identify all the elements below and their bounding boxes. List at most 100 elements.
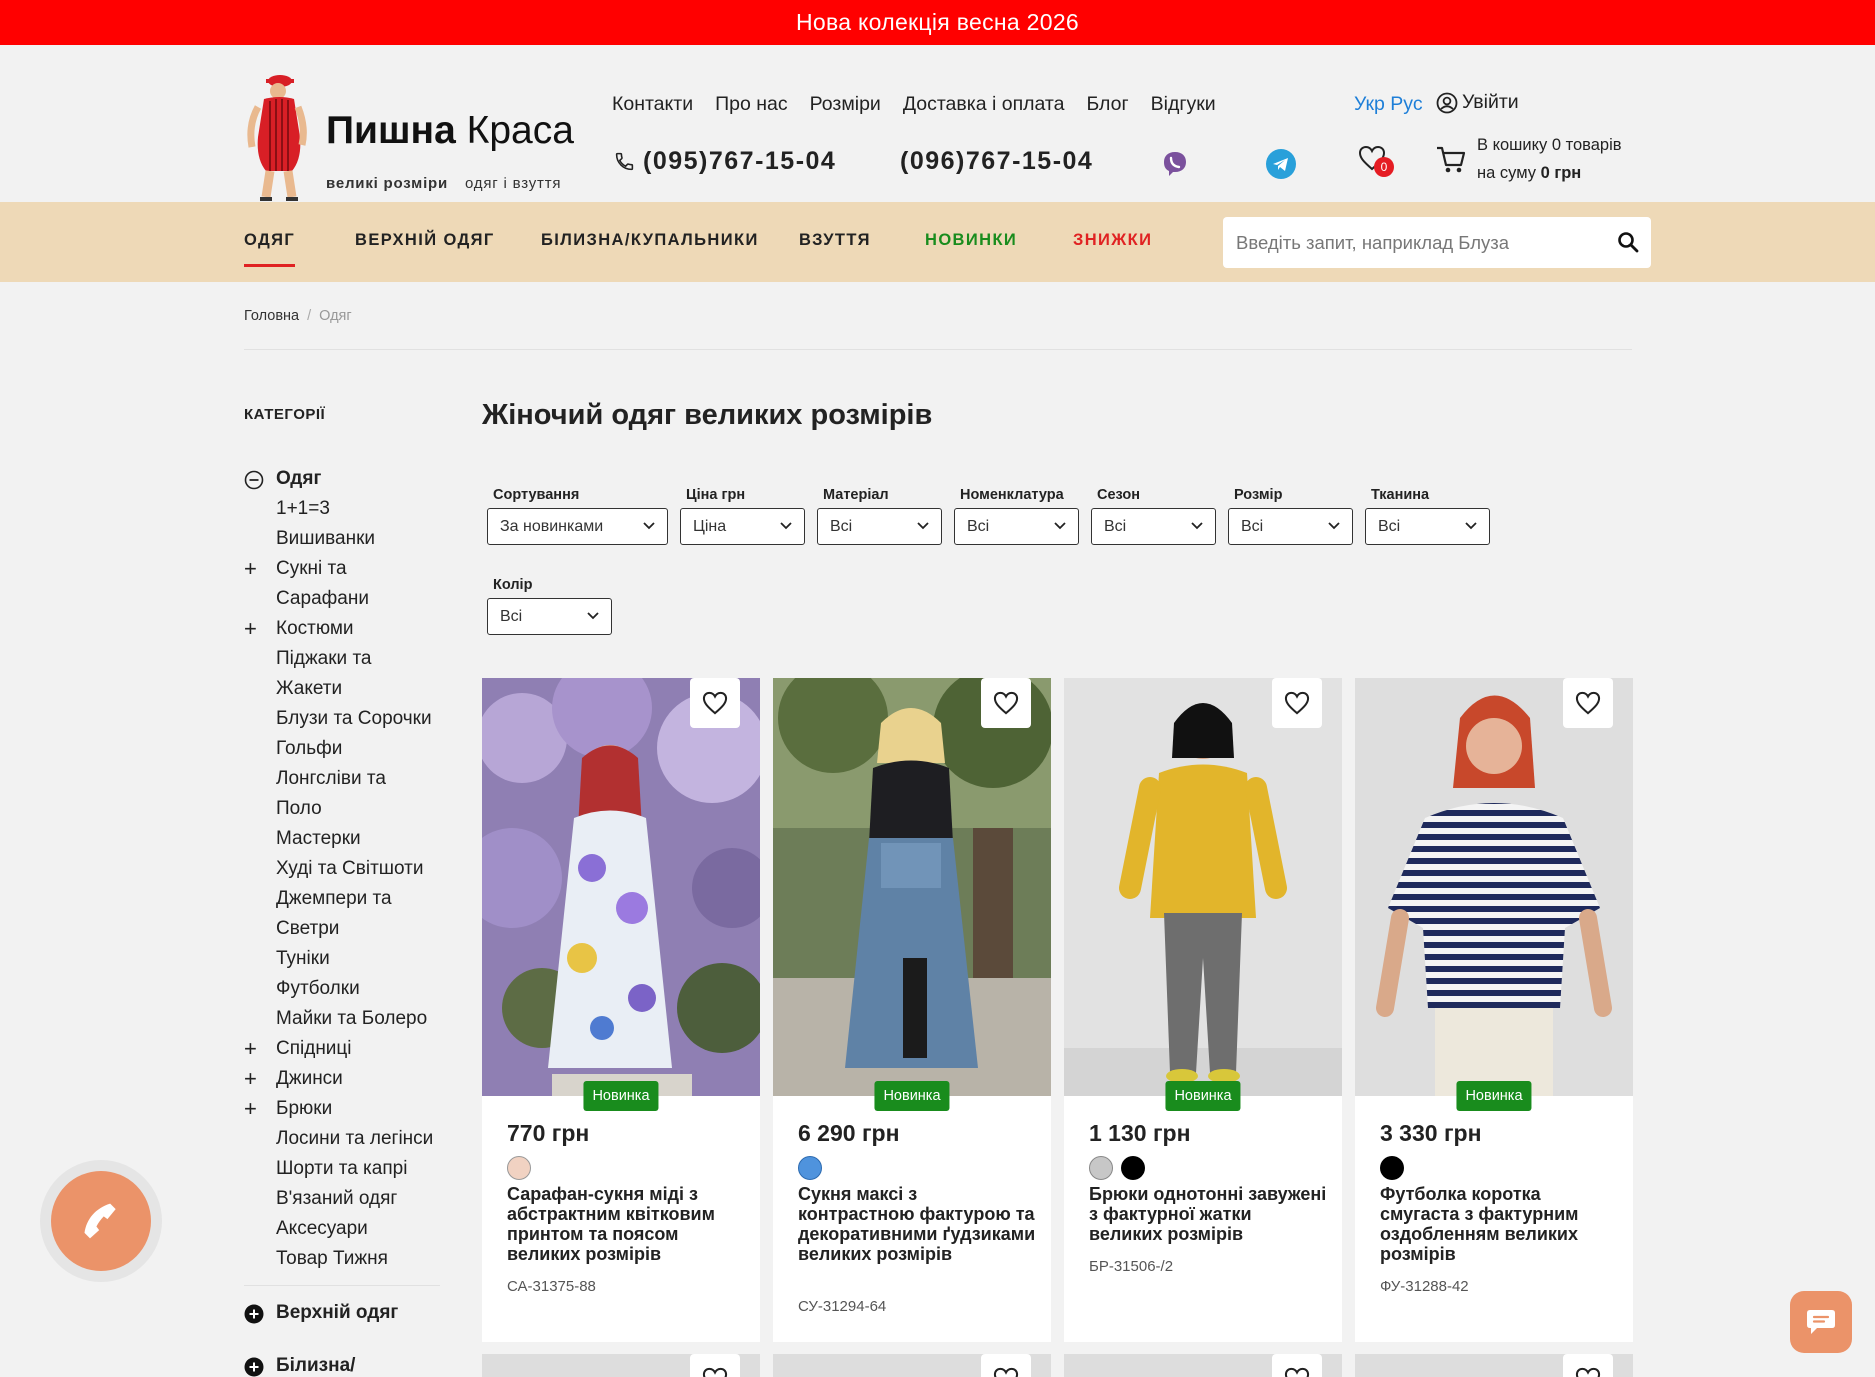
sidebar-item-golfs[interactable]: Гольфи — [276, 738, 342, 760]
sidebar-item-tunics[interactable]: Туніки — [276, 948, 330, 970]
logo[interactable]: Пишна Краса великі розміри одяг і взуття — [240, 67, 574, 202]
filter-material-select[interactable]: Всі — [817, 508, 942, 545]
category-sale[interactable]: ЗНИЖКИ — [1073, 231, 1152, 250]
sidebar-item-tshirts[interactable]: Футболки — [276, 978, 360, 1000]
color-swatch[interactable] — [1121, 1156, 1145, 1180]
wishlist[interactable]: 0 — [1358, 145, 1394, 179]
sidebar-item-dresses[interactable]: Сукні та — [276, 558, 347, 580]
product-name[interactable]: Сарафан-сукня міді з абстрактним квітков… — [507, 1184, 747, 1264]
nav-delivery[interactable]: Доставка і оплата — [903, 93, 1065, 116]
cart-icon[interactable] — [1435, 143, 1467, 180]
nav-blog[interactable]: Блог — [1086, 93, 1128, 116]
product-card-partial[interactable] — [773, 1354, 1051, 1377]
product-card[interactable]: Новинка 770 грн Сарафан-сукня міді з абс… — [482, 678, 760, 1342]
sidebar-item-polo[interactable]: Поло — [276, 798, 322, 820]
favorite-button[interactable] — [981, 678, 1031, 728]
favorite-button[interactable] — [1563, 678, 1613, 728]
favorite-button[interactable] — [1563, 1354, 1613, 1377]
sidebar-item-skirts[interactable]: Спідниці — [276, 1038, 352, 1060]
sidebar-item-jackets[interactable]: Жакети — [276, 678, 342, 700]
favorite-button[interactable] — [690, 678, 740, 728]
favorite-button[interactable] — [1272, 678, 1322, 728]
nav-sizes[interactable]: Розміри — [810, 93, 881, 116]
search-input[interactable] — [1223, 217, 1603, 268]
sidebar-item-trousers[interactable]: Брюки — [276, 1098, 332, 1120]
sidebar-item-blazers[interactable]: Піджаки та — [276, 648, 372, 670]
product-card[interactable]: Новинка 1 130 грн Брюки однотонні завуже… — [1064, 678, 1342, 1342]
sidebar-item-shorts[interactable]: Шорти та капрі — [276, 1158, 407, 1180]
sidebar-item-longsleeves[interactable]: Лонгсліви та — [276, 768, 386, 790]
sidebar-item-embroidered[interactable]: Вишиванки — [276, 528, 375, 550]
category-clothes[interactable]: ОДЯГ — [244, 231, 296, 267]
product-card-partial[interactable] — [482, 1354, 760, 1377]
expand-lingerie-icon[interactable] — [244, 1357, 264, 1377]
nav-contacts[interactable]: Контакти — [612, 93, 693, 116]
product-name[interactable]: Сукня максі з контрастною фактурою та де… — [798, 1184, 1038, 1264]
sidebar-item-lingerie[interactable]: Білизна/ — [276, 1355, 355, 1377]
category-outerwear[interactable]: ВЕРХНІЙ ОДЯГ — [355, 231, 495, 250]
category-new[interactable]: НОВИНКИ — [925, 231, 1017, 250]
product-name[interactable]: Футболка коротка смугаста з фактурним оз… — [1380, 1184, 1620, 1264]
sidebar-item-outerwear[interactable]: Верхній одяг — [276, 1302, 398, 1324]
sidebar-item-week-product[interactable]: Товар Тижня — [276, 1248, 388, 1270]
filter-nomenclature-select[interactable]: Всі — [954, 508, 1079, 545]
favorite-button[interactable] — [690, 1354, 740, 1377]
expand-dresses-icon[interactable]: + — [244, 558, 257, 580]
product-card[interactable]: Новинка 6 290 грн Сукня максі з контраст… — [773, 678, 1051, 1342]
sidebar-item-jeans[interactable]: Джинси — [276, 1068, 343, 1090]
nav-about[interactable]: Про нас — [715, 93, 788, 116]
product-name[interactable]: Брюки однотонні завужені з фактурної жат… — [1089, 1184, 1329, 1244]
color-swatch[interactable] — [798, 1156, 822, 1180]
sidebar-item-tanks[interactable]: Майки та Болеро — [276, 1008, 427, 1030]
expand-outerwear-icon[interactable] — [244, 1304, 264, 1324]
color-swatch[interactable] — [1380, 1156, 1404, 1180]
sidebar-item-1plus1[interactable]: 1+1=3 — [276, 498, 330, 520]
chat-button[interactable] — [1790, 1291, 1852, 1353]
filter-color-select[interactable]: Всі — [487, 598, 612, 635]
sidebar-item-tracktops[interactable]: Мастерки — [276, 828, 361, 850]
product-card-partial[interactable] — [1355, 1354, 1633, 1377]
filter-sort-select[interactable]: За новинками — [487, 508, 668, 545]
color-swatch[interactable] — [507, 1156, 531, 1180]
search-icon[interactable] — [1617, 231, 1639, 253]
sidebar-item-jumpers[interactable]: Джемпери та — [276, 888, 392, 910]
expand-trousers-icon[interactable]: + — [244, 1098, 257, 1120]
sidebar-item-sweaters[interactable]: Светри — [276, 918, 339, 940]
login-link[interactable]: Увійти — [1436, 91, 1519, 114]
promo-banner[interactable]: Нова колекція весна 2026 — [0, 0, 1875, 45]
color-swatch[interactable] — [1089, 1156, 1113, 1180]
sidebar-item-sundresses[interactable]: Сарафани — [276, 588, 369, 610]
filter-fabric-select[interactable]: Всі — [1365, 508, 1490, 545]
callback-button[interactable] — [40, 1160, 162, 1282]
expand-jeans-icon[interactable]: + — [244, 1068, 257, 1090]
favorite-button[interactable] — [1272, 1354, 1322, 1377]
language-switch[interactable]: Укр Рус — [1354, 93, 1423, 116]
telegram-icon[interactable] — [1266, 149, 1296, 179]
filter-season-select[interactable]: Всі — [1091, 508, 1216, 545]
sidebar-item-hoodies[interactable]: Худі та Світшоти — [276, 858, 424, 880]
phone-1[interactable]: (095)767-15-04 — [614, 147, 836, 176]
category-lingerie[interactable]: БІЛИЗНА/КУПАЛЬНИКИ — [541, 231, 759, 250]
filter-price-select[interactable]: Ціна — [680, 508, 805, 545]
breadcrumb-home[interactable]: Головна — [244, 308, 299, 324]
phone-2[interactable]: (096)767-15-04 — [900, 147, 1093, 176]
expand-suits-icon[interactable]: + — [244, 618, 257, 640]
viber-icon[interactable] — [1160, 149, 1190, 179]
category-shoes[interactable]: ВЗУТТЯ — [799, 231, 871, 250]
product-image[interactable] — [482, 678, 760, 1096]
favorite-button[interactable] — [981, 1354, 1031, 1377]
sidebar-item-knitwear[interactable]: В'язаний одяг — [276, 1188, 397, 1210]
product-image[interactable] — [773, 678, 1051, 1096]
sidebar-item-blouses[interactable]: Блузи та Сорочки — [276, 708, 432, 730]
cart-summary[interactable]: В кошику 0 товарів на суму 0 грн — [1477, 131, 1622, 187]
expand-skirts-icon[interactable]: + — [244, 1038, 257, 1060]
product-image[interactable] — [1355, 678, 1633, 1096]
product-card[interactable]: Новинка 3 330 грн Футболка коротка смуга… — [1355, 678, 1633, 1342]
product-image[interactable] — [1064, 678, 1342, 1096]
sidebar-item-accessories[interactable]: Аксесуари — [276, 1218, 368, 1240]
sidebar-item-clothes[interactable]: Одяг — [276, 468, 321, 490]
sidebar-item-suits[interactable]: Костюми — [276, 618, 354, 640]
nav-reviews[interactable]: Відгуки — [1151, 93, 1216, 116]
filter-size-select[interactable]: Всі — [1228, 508, 1353, 545]
product-card-partial[interactable] — [1064, 1354, 1342, 1377]
